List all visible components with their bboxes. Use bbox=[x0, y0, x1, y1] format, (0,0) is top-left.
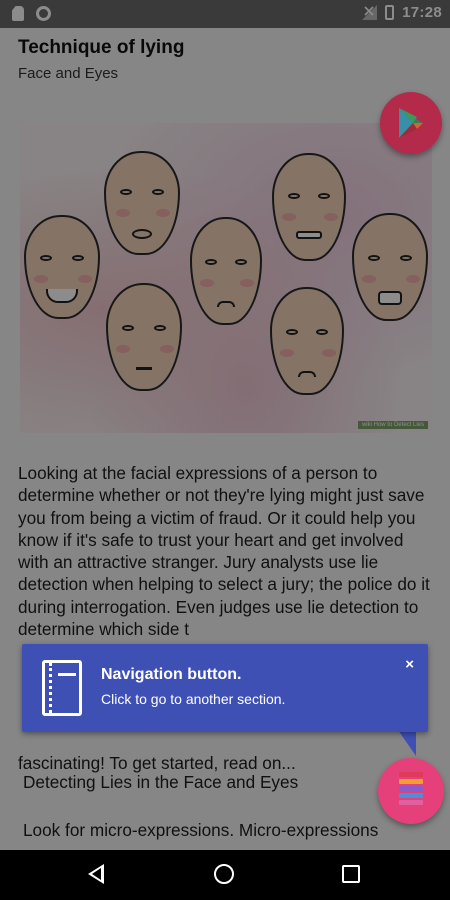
menu-bars-icon bbox=[399, 772, 423, 807]
menu-bar bbox=[399, 772, 423, 777]
tooltip-body: Click to go to another section. bbox=[101, 691, 286, 707]
menu-bar bbox=[399, 800, 423, 805]
notebook-icon bbox=[42, 660, 82, 716]
back-icon[interactable] bbox=[88, 864, 104, 884]
menu-bar bbox=[399, 786, 423, 791]
navigation-tooltip[interactable]: Navigation button. Click to go to anothe… bbox=[22, 644, 428, 732]
home-icon[interactable] bbox=[214, 864, 234, 884]
play-store-icon bbox=[399, 108, 423, 138]
close-icon[interactable]: × bbox=[405, 656, 414, 673]
tooltip-pointer bbox=[398, 730, 416, 756]
recent-apps-icon[interactable] bbox=[342, 865, 360, 883]
menu-bar bbox=[399, 779, 423, 784]
menu-bar bbox=[399, 793, 423, 798]
navigation-button[interactable] bbox=[378, 758, 444, 824]
system-navigation-bar bbox=[0, 850, 450, 900]
play-store-button[interactable] bbox=[380, 92, 442, 154]
tooltip-title: Navigation button. bbox=[101, 666, 242, 683]
